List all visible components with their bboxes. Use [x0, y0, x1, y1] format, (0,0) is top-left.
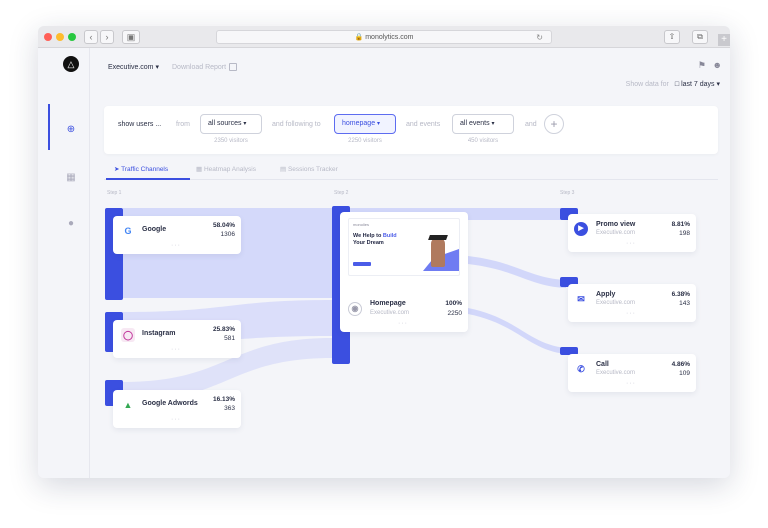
event-card-promo-view[interactable]: ▶ Promo view Executive.com 8.81% 198 ···	[568, 214, 696, 252]
more-icon[interactable]: ···	[626, 380, 636, 387]
event-name: Call	[596, 361, 609, 368]
event-percent: 6.38%	[671, 291, 690, 298]
event-site: Executive.com	[596, 300, 636, 306]
source-card-google-adwords[interactable]: ▲ Google Adwords 16.13% 363 ···	[113, 390, 241, 428]
instagram-icon: ◯	[121, 328, 135, 342]
flow-homepage-call	[468, 308, 566, 354]
source-count: 1306	[220, 231, 235, 238]
event-card-apply[interactable]: ✉ Apply Executive.com 6.38% 143 ···	[568, 284, 696, 322]
page-preview-thumbnail: monolies We Help to Build Your Dream	[348, 218, 460, 276]
more-icon[interactable]: ···	[171, 242, 181, 249]
more-icon[interactable]: ···	[398, 320, 408, 327]
source-name: Instagram	[142, 330, 176, 337]
event-percent: 4.86%	[671, 361, 690, 368]
event-site: Executive.com	[596, 370, 636, 376]
more-icon[interactable]: ···	[626, 310, 636, 317]
source-card-google[interactable]: G Google 58.04% 1306 ···	[113, 216, 241, 254]
google-ads-icon: ▲	[123, 400, 133, 410]
page-count: 2250	[447, 310, 462, 317]
phone-icon: ✆	[577, 364, 585, 374]
page-name: Homepage	[370, 300, 406, 307]
preview-headline-line1: We Help to	[353, 233, 382, 239]
flow-homepage-apply	[468, 256, 566, 288]
event-count: 198	[679, 230, 690, 237]
more-icon[interactable]: ···	[171, 346, 181, 353]
event-name: Apply	[596, 291, 616, 298]
more-icon[interactable]: ···	[171, 416, 181, 423]
more-icon[interactable]: ···	[626, 240, 636, 247]
source-card-instagram[interactable]: ◯ Instagram 25.83% 581 ···	[113, 320, 241, 358]
page-card-homepage[interactable]: monolies We Help to Build Your Dream ◉ Ho…	[340, 212, 468, 332]
source-count: 581	[224, 335, 235, 342]
play-icon: ▶	[574, 222, 588, 236]
browser-window: ‹ › ▣ 🔒 monolytics.com ↻ ⇧ ⧉ + △ ⊕ ▦ ● E…	[38, 26, 730, 478]
preview-graduate-image	[431, 237, 445, 267]
page-site: Executive.com	[370, 310, 410, 316]
preview-logo: monolies	[353, 222, 370, 227]
google-icon: G	[124, 226, 132, 236]
preview-headline-line2: Your Dream	[353, 240, 384, 246]
page-percent: 100%	[445, 300, 462, 307]
source-name: Google	[142, 226, 167, 233]
globe-icon: ◉	[348, 302, 362, 316]
preview-cta	[353, 262, 371, 266]
event-count: 143	[679, 300, 690, 307]
preview-headline: We Help to Build Your Dream	[353, 233, 397, 247]
source-percent: 25.83%	[212, 326, 235, 333]
preview-cap-image	[428, 235, 448, 240]
source-percent: 58.04%	[212, 222, 235, 229]
source-name: Google Adwords	[142, 400, 198, 407]
source-percent: 16.13%	[212, 396, 235, 403]
preview-headline-accent: Build	[382, 233, 397, 239]
event-site: Executive.com	[596, 230, 636, 236]
event-card-call[interactable]: ✆ Call Executive.com 4.86% 109 ···	[568, 354, 696, 392]
event-percent: 8.81%	[671, 221, 690, 228]
event-count: 109	[679, 370, 690, 377]
source-count: 363	[224, 405, 235, 412]
event-name: Promo view	[596, 221, 636, 228]
mail-icon: ✉	[577, 294, 585, 304]
